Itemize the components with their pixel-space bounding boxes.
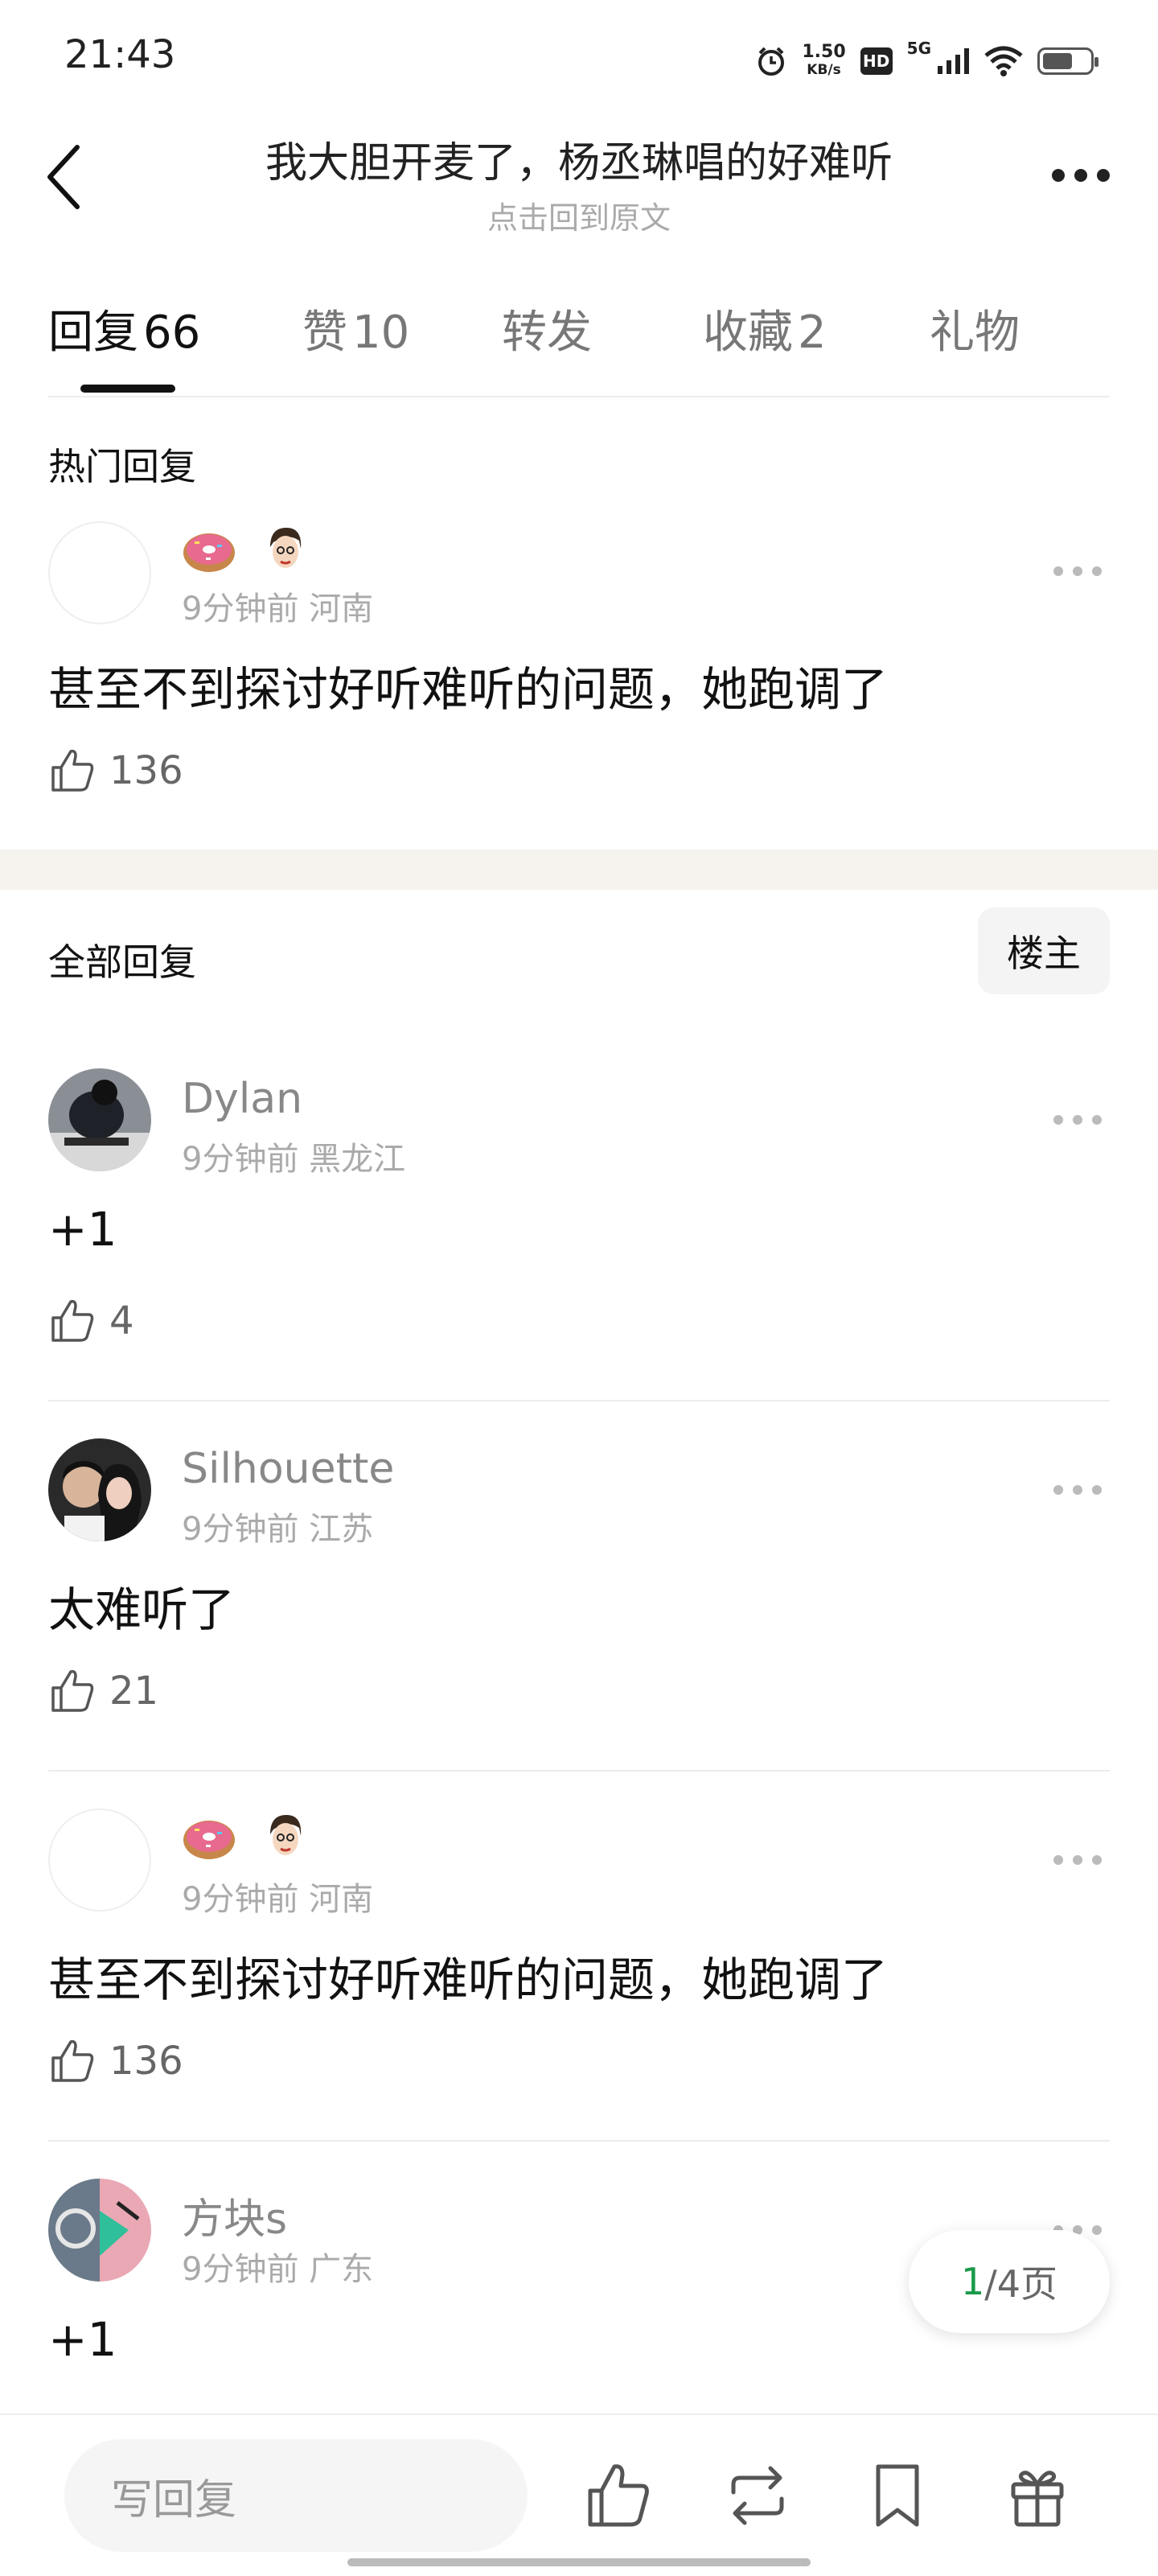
comment-more-icon[interactable] xyxy=(1053,1855,1102,1865)
comment-meta: 9分钟前 河南 xyxy=(182,591,374,628)
reply-input[interactable]: 写回复 xyxy=(64,2439,528,2552)
comment-meta: 9分钟前 河南 xyxy=(182,1881,374,1918)
divider xyxy=(48,1400,1110,1401)
status-icons: 1.50 KB/s HD 5G xyxy=(755,39,1098,84)
comment-text: 甚至不到探讨好听难听的问题，她跑调了 xyxy=(48,662,889,717)
divider xyxy=(48,1770,1110,1772)
avatar[interactable] xyxy=(48,1068,151,1171)
donut-icon xyxy=(183,533,235,572)
like-button[interactable]: 21 xyxy=(48,1667,158,1715)
comment-text: 太难听了 xyxy=(48,1582,236,1637)
donut-icon xyxy=(183,1821,235,1859)
alarm-icon xyxy=(758,47,785,76)
signal-icon xyxy=(938,48,969,74)
active-tab-indicator xyxy=(80,385,175,393)
thumbs-up-icon xyxy=(51,1669,94,1712)
tab-likes[interactable]: 赞 10 xyxy=(302,296,409,361)
user-name[interactable]: 方块s xyxy=(182,2185,287,2245)
battery-icon xyxy=(1037,47,1098,75)
tab-gifts[interactable]: 礼物 xyxy=(930,296,1020,361)
user-name[interactable]: Silhouette xyxy=(182,1445,394,1493)
back-to-post-link[interactable]: 点击回到原文 xyxy=(161,193,997,237)
post-title[interactable]: 我大胆开麦了，杨丞琳唱的好难听 xyxy=(161,129,997,189)
repost-icon[interactable] xyxy=(724,2460,791,2531)
pagination-indicator[interactable]: 1/4页 xyxy=(909,2230,1110,2333)
tab-bar: 回复 66 赞 10 转发 收藏 2 礼物 xyxy=(48,296,1110,360)
user-name[interactable]: Dylan xyxy=(182,1075,302,1123)
divider xyxy=(48,396,1110,397)
like-button[interactable]: 136 xyxy=(48,2037,183,2085)
all-replies-title: 全部回复 xyxy=(48,940,196,984)
comment-text: 甚至不到探讨好听难听的问题，她跑调了 xyxy=(48,1953,889,2007)
status-time: 21:43 xyxy=(64,32,176,77)
comment-more-icon[interactable] xyxy=(1053,566,1102,576)
back-arrow-icon[interactable] xyxy=(40,141,88,213)
like-icon[interactable] xyxy=(584,2460,651,2531)
user-name-icons xyxy=(182,1812,306,1862)
section-separator xyxy=(0,850,1158,890)
tab-reposts[interactable]: 转发 xyxy=(502,296,592,361)
tab-replies[interactable]: 回复 66 xyxy=(48,296,200,361)
avatar[interactable] xyxy=(48,2179,151,2282)
bookmark-icon[interactable] xyxy=(864,2460,931,2531)
like-button[interactable]: 4 xyxy=(48,1297,134,1345)
network-speed: 1.50 KB/s xyxy=(802,42,846,79)
comment-meta: 9分钟前 黑龙江 xyxy=(182,1141,406,1178)
avatar[interactable] xyxy=(48,521,151,624)
avatar[interactable] xyxy=(48,1809,151,1911)
5g-label: 5G xyxy=(906,39,931,58)
tab-favorites[interactable]: 收藏 2 xyxy=(703,296,827,361)
comment-more-icon[interactable] xyxy=(1053,1485,1102,1495)
thumbs-up-icon xyxy=(51,749,94,792)
comment-meta: 9分钟前 江苏 xyxy=(182,1511,374,1548)
wifi-icon xyxy=(984,46,1023,76)
face-icon xyxy=(270,1815,302,1855)
home-indicator xyxy=(347,2558,811,2566)
divider xyxy=(48,2140,1110,2142)
owner-only-filter[interactable]: 楼主 xyxy=(978,907,1110,994)
comment-text: +1 xyxy=(48,2312,117,2367)
comment-more-icon[interactable] xyxy=(1053,1115,1102,1125)
gift-icon[interactable] xyxy=(1004,2460,1071,2531)
hot-replies-title: 热门回复 xyxy=(48,445,196,488)
comment-meta: 9分钟前 广东 xyxy=(182,2251,374,2288)
face-icon xyxy=(270,528,302,568)
user-name-icons xyxy=(182,525,306,574)
like-button[interactable]: 136 xyxy=(48,747,183,795)
thumbs-up-icon xyxy=(51,1299,94,1342)
thumbs-up-icon xyxy=(51,2039,94,2082)
hd-icon: HD xyxy=(860,47,893,75)
avatar[interactable] xyxy=(48,1438,151,1541)
comment-text: +1 xyxy=(48,1202,117,1257)
more-options-icon[interactable] xyxy=(1052,169,1110,182)
